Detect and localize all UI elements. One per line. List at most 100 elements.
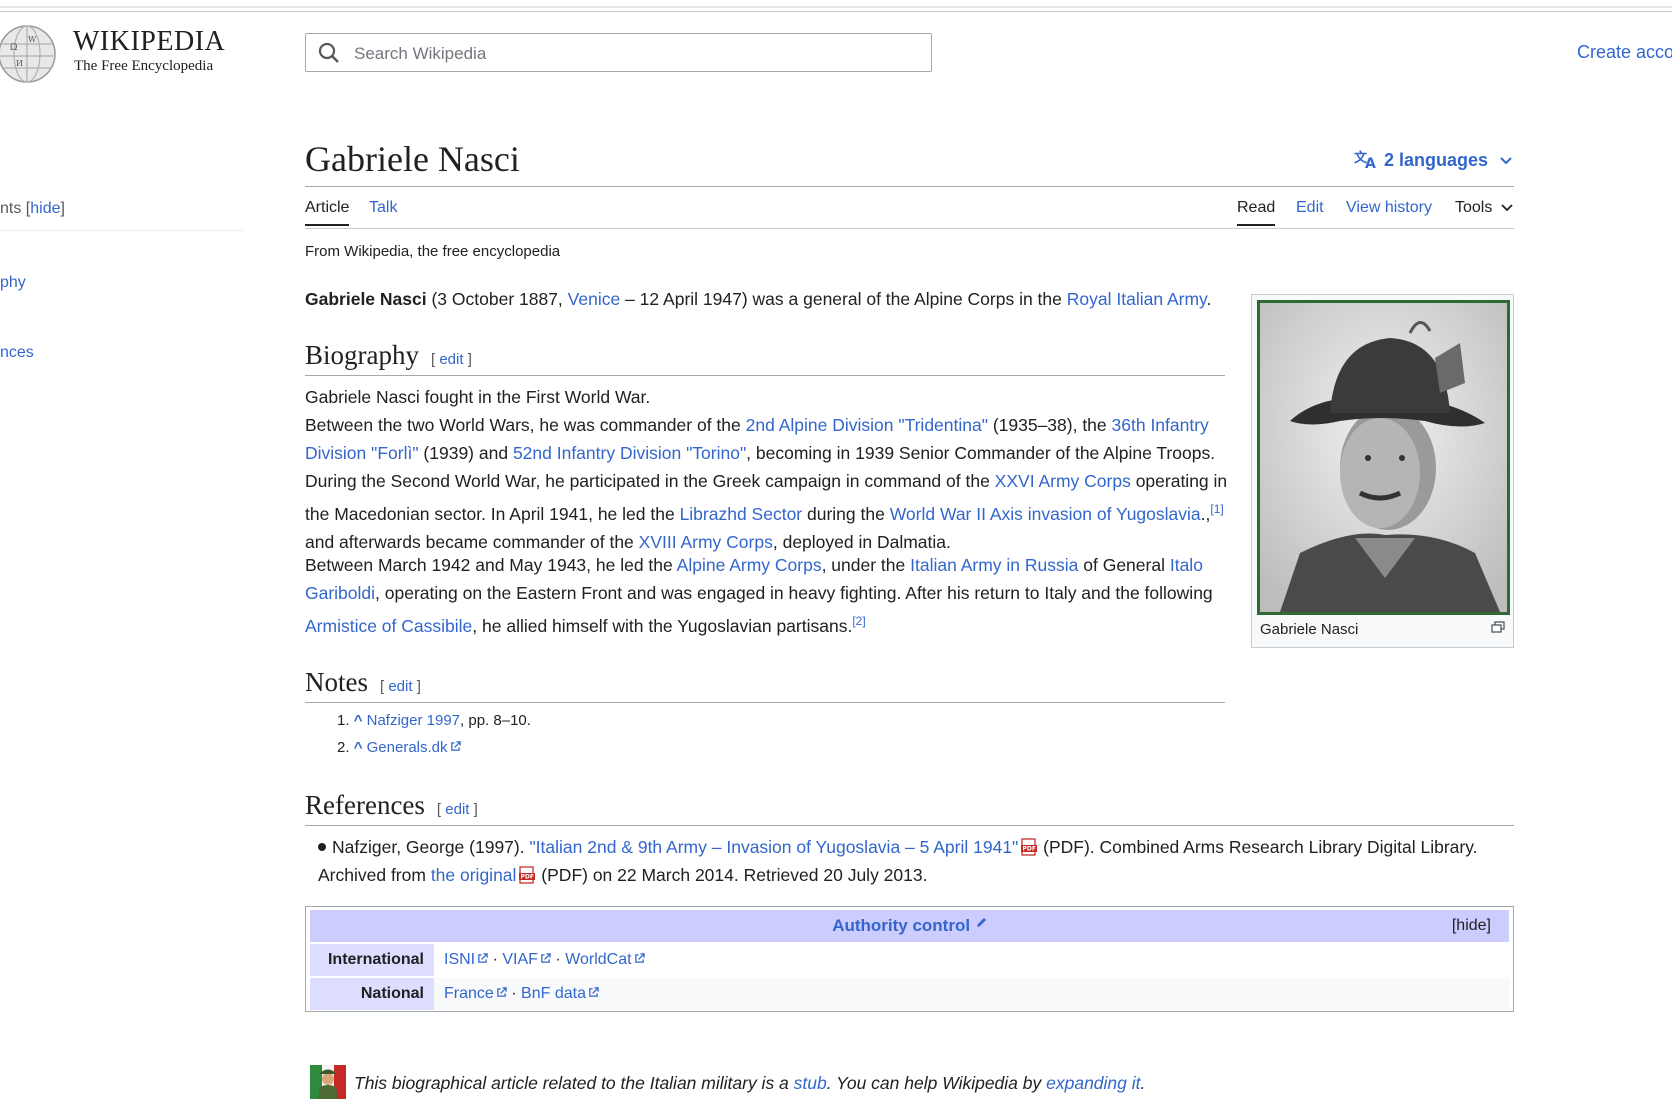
bio-p3-text-3: during the (802, 503, 890, 524)
infobox-caption: Gabriele Nasci (1260, 621, 1359, 638)
edit-link[interactable]: edit (445, 801, 469, 818)
armistice-of-cassibile-link[interactable]: Armistice of Cassibile (305, 616, 472, 636)
nafziger-1997-link[interactable]: Nafziger 1997 (367, 712, 460, 729)
lead-name: Gabriele Nasci (305, 289, 427, 309)
edit-section-notes[interactable]: [ edit ] (380, 678, 421, 695)
external-link-icon (450, 741, 461, 751)
stub-text-2: . You can help Wikipedia by (826, 1073, 1047, 1093)
xviii-army-corps-link[interactable]: XVIII Army Corps (639, 532, 773, 552)
note-tail: , pp. 8–10. (460, 712, 531, 729)
authority-hide-toggle[interactable]: [hide] (1452, 917, 1491, 935)
portrait-photo (1260, 303, 1507, 612)
external-link-icon (541, 953, 551, 963)
tab-edit[interactable]: Edit (1296, 199, 1324, 217)
ref-text-1: Nafziger, George (1997). (332, 837, 530, 857)
ref-text-3: (PDF) on 22 March 2014. Retrieved 20 Jul… (536, 865, 928, 885)
search-box[interactable] (305, 33, 932, 73)
biography-paragraph-4: Between March 1942 and May 1943, he led … (305, 551, 1230, 640)
tabs-divider (305, 228, 1514, 229)
biography-paragraph-1: Gabriele Nasci fought in the First World… (305, 387, 651, 407)
bio-p2-text-2: (1935–38), the (987, 415, 1112, 435)
note-number: 1. (337, 712, 350, 729)
nafziger-pdf-link[interactable]: "Italian 2nd & 9th Army – Invasion of Yu… (529, 837, 1018, 857)
separator-dot: · (511, 985, 517, 1002)
note-item-1: 1. ^ Nafziger 1997, pp. 8–10. (337, 712, 531, 729)
bnf-data-link[interactable]: BnF data (521, 985, 586, 1002)
languages-button[interactable]: 文 A 2 languages (1354, 149, 1513, 172)
biography-paragraph-3: During the Second World War, he particip… (305, 467, 1230, 556)
biography-heading-text: Biography (305, 340, 419, 370)
chevron-down-icon (1500, 157, 1512, 165)
tools-menu[interactable]: Tools (1455, 199, 1513, 217)
enlarge-icon[interactable] (1491, 621, 1505, 633)
torino-link[interactable]: 52nd Infantry Division "Torino" (513, 443, 746, 463)
authority-control-link[interactable]: Authority control (832, 916, 970, 935)
worldcat-link[interactable]: WorldCat (565, 951, 631, 968)
authority-control-box: Authority control [hide] International I… (305, 906, 1514, 1012)
create-account-link[interactable]: Create acco (1577, 42, 1672, 63)
bio-p4-text-4: , operating on the Eastern Front and was… (375, 583, 1213, 603)
tab-view-history[interactable]: View history (1346, 199, 1432, 217)
toc-hide-link[interactable]: hide (30, 200, 60, 217)
authority-row-national: National France · BnF data (310, 978, 1509, 1010)
stub-text-1: This biographical article related to the… (354, 1073, 794, 1093)
authority-row-values: France · BnF data (438, 978, 1509, 1010)
pencil-icon[interactable] (975, 917, 987, 929)
edit-link[interactable]: edit (388, 678, 412, 695)
isni-link[interactable]: ISNI (444, 951, 475, 968)
italian-army-in-russia-link[interactable]: Italian Army in Russia (910, 555, 1078, 575)
stub-link[interactable]: stub (794, 1073, 827, 1093)
references-heading-text: References (305, 790, 425, 820)
tab-article[interactable]: Article (305, 199, 350, 226)
top-border-line (0, 11, 1672, 12)
xxvi-army-corps-link[interactable]: XXVI Army Corps (995, 471, 1131, 491)
viaf-link[interactable]: VIAF (502, 951, 538, 968)
authority-row-label: International (310, 944, 434, 976)
references-heading: References [ edit ] (305, 790, 478, 821)
generals-dk-link[interactable]: Generals.dk (367, 739, 448, 756)
biography-paragraph-2: Between the two World Wars, he was comma… (305, 411, 1230, 467)
toc-item-biography[interactable]: phy (0, 274, 26, 292)
note-backlink[interactable]: ^ (354, 712, 363, 729)
citation-2-link[interactable]: [2] (852, 614, 865, 628)
original-link[interactable]: the original (431, 865, 517, 885)
bio-p4-text-5: , he allied himself with the Yugoslavian… (472, 615, 853, 636)
wikipedia-logo[interactable]: Ω W И WIKIPEDIA The Free Encyclopedia (0, 24, 230, 84)
tab-read[interactable]: Read (1237, 199, 1276, 226)
edit-section-biography[interactable]: [ edit ] (431, 351, 472, 368)
search-input[interactable] (352, 34, 916, 73)
tridentina-link[interactable]: 2nd Alpine Division "Tridentina" (746, 415, 988, 435)
authority-hide-label[interactable]: [hide] (1452, 917, 1491, 934)
royal-italian-army-link[interactable]: Royal Italian Army (1067, 289, 1207, 309)
bio-p4-text-1: Between March 1942 and May 1943, he led … (305, 555, 677, 575)
toc-item-references[interactable]: nces (0, 344, 34, 362)
from-wikipedia-tagline: From Wikipedia, the free encyclopedia (305, 243, 561, 260)
citation-1-link[interactable]: [1] (1210, 502, 1223, 516)
svg-text:W: W (28, 35, 37, 44)
portrait-image[interactable] (1257, 300, 1510, 615)
wikipedia-globe-icon: Ω W И (0, 25, 56, 83)
biography-heading: Biography [ edit ] (305, 340, 472, 371)
venice-link[interactable]: Venice (568, 289, 621, 309)
edit-link[interactable]: edit (439, 351, 463, 368)
librazhd-sector-link[interactable]: Librazhd Sector (680, 504, 803, 524)
notes-rule (305, 702, 1225, 703)
top-border (0, 6, 1672, 8)
bio-p2-text-1: Between the two World Wars, he was comma… (305, 415, 746, 435)
invasion-of-yugoslavia-link[interactable]: World War II Axis invasion of Yugoslavia (890, 504, 1201, 524)
toc-divider (0, 230, 243, 231)
france-link[interactable]: France (444, 985, 494, 1002)
authority-row-label: National (310, 978, 434, 1010)
languages-label: 2 languages (1384, 150, 1489, 170)
bio-p3-text-5: and afterwards became commander of the (305, 531, 639, 552)
bio-p2-text-4: , becoming in 1939 Senior Commander of t… (746, 443, 1216, 463)
tab-talk[interactable]: Talk (369, 199, 397, 217)
svg-text:И: И (16, 59, 23, 68)
svg-text:Ω: Ω (10, 43, 17, 53)
lead-text-1: (3 October 1887, (426, 289, 568, 309)
expanding-it-link[interactable]: expanding it (1046, 1073, 1140, 1093)
alpine-army-corps-link[interactable]: Alpine Army Corps (677, 555, 822, 575)
note-backlink[interactable]: ^ (354, 739, 363, 756)
edit-section-references[interactable]: [ edit ] (437, 801, 478, 818)
title-divider (305, 186, 1514, 187)
